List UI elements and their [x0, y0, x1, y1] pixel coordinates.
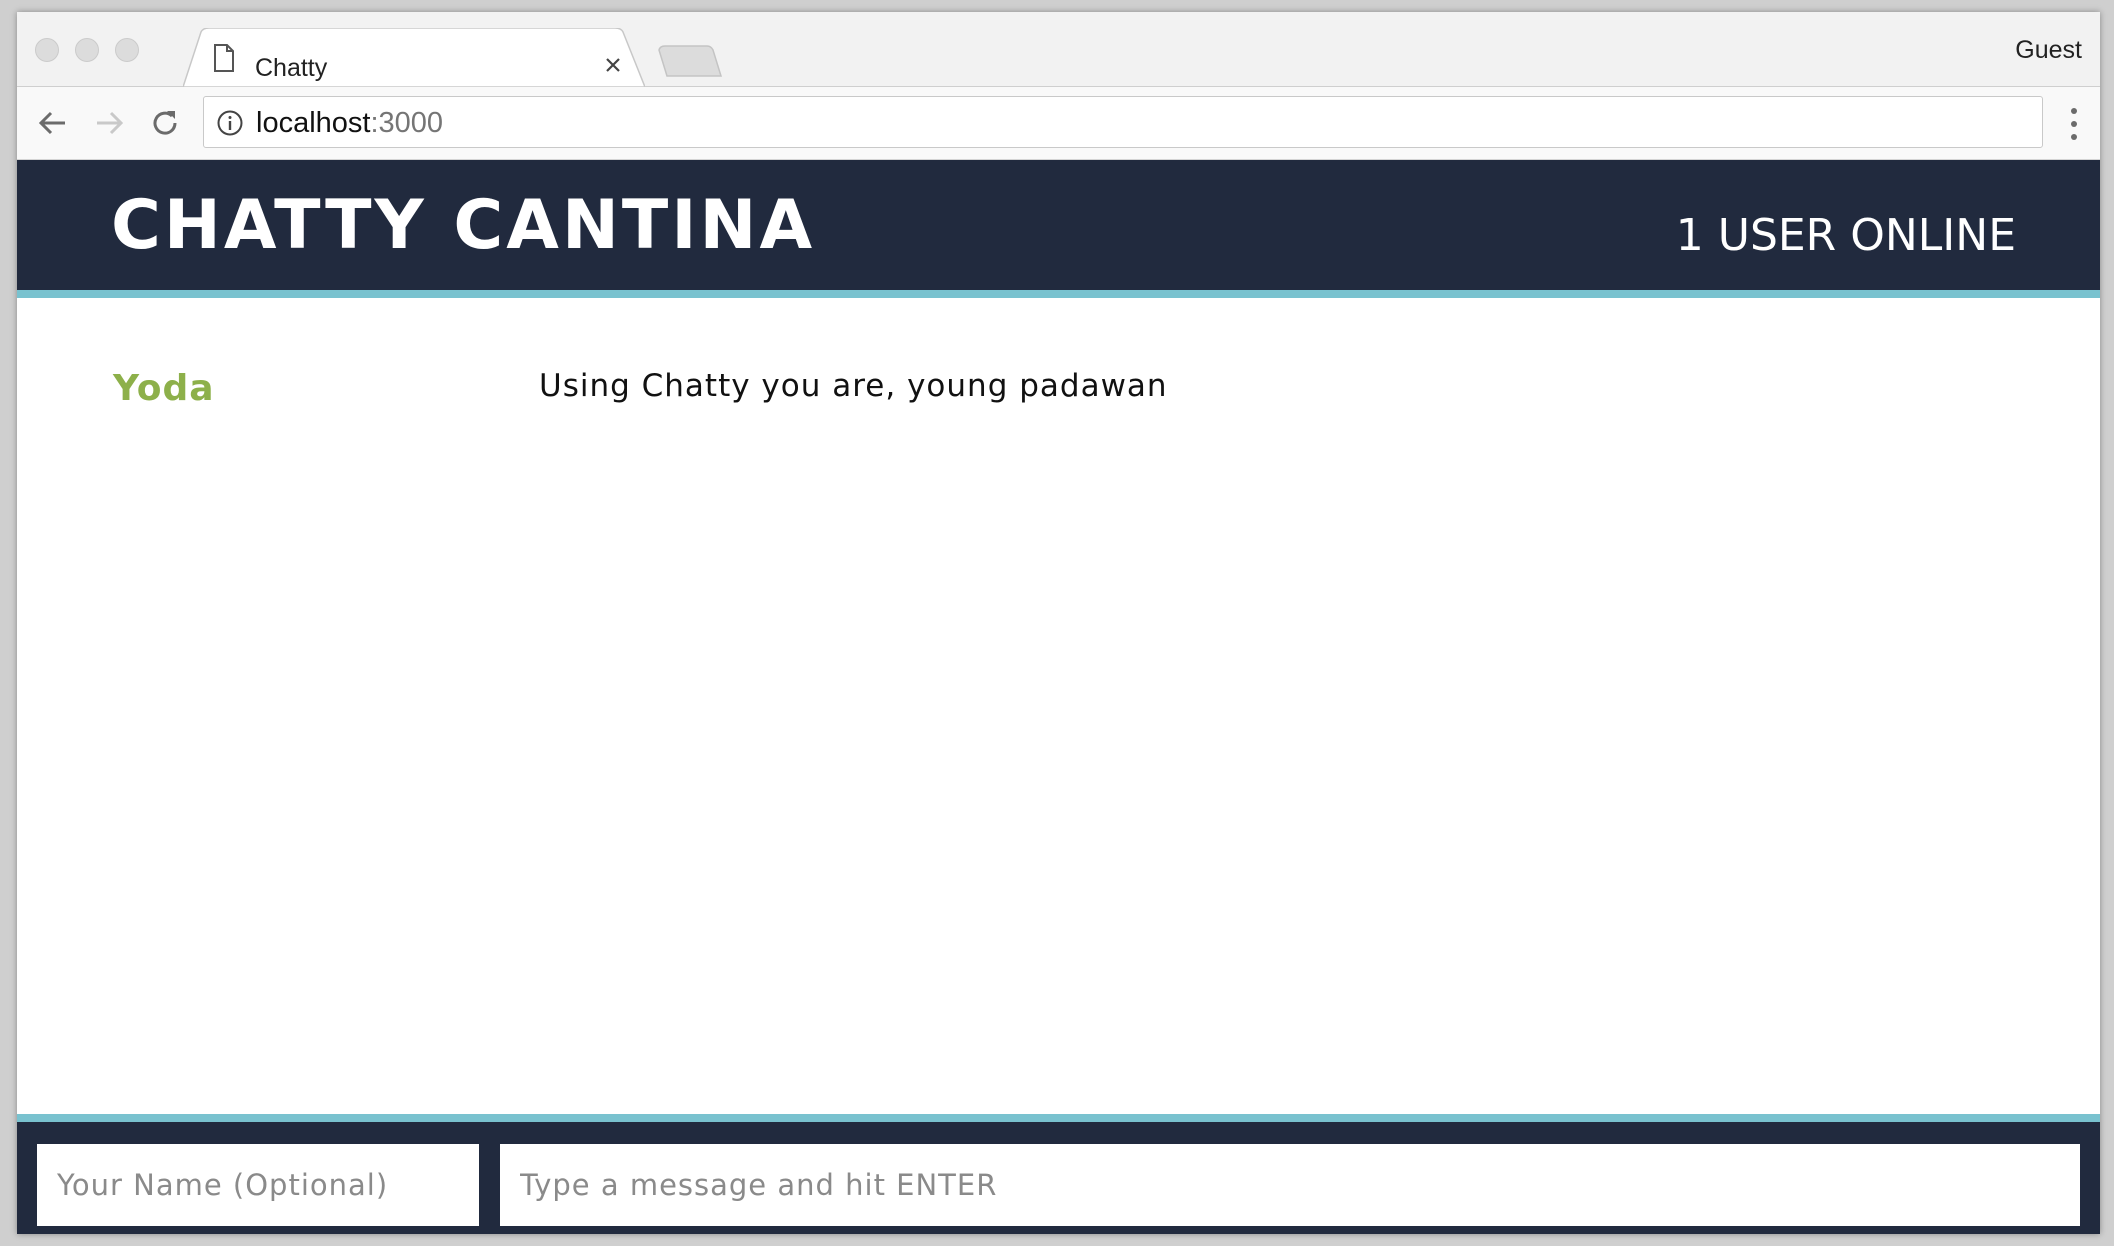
close-window-button[interactable]	[35, 38, 59, 62]
profile-label[interactable]: Guest	[2015, 36, 2082, 65]
address-bar[interactable]: localhost:3000	[203, 96, 2043, 148]
browser-window: Chatty Guest localhost:3000 CHATTY CANTI…	[17, 12, 2100, 1234]
app-navbar: CHATTY CANTINA 1 USER ONLINE	[17, 160, 2100, 298]
chatbar	[17, 1114, 2100, 1234]
info-icon[interactable]	[216, 109, 244, 137]
tab-title: Chatty	[255, 54, 328, 82]
reload-icon[interactable]	[145, 103, 185, 143]
url-host: localhost	[256, 107, 371, 139]
tab-strip: Chatty Guest	[17, 12, 2100, 87]
browser-tab[interactable]: Chatty	[183, 28, 645, 87]
back-arrow-icon[interactable]	[33, 103, 73, 143]
tab-close-icon[interactable]	[601, 53, 625, 77]
message-content: Using Chatty you are, young padawan	[539, 368, 1168, 404]
message-username: Yoda	[113, 368, 215, 409]
page-viewport: CHATTY CANTINA 1 USER ONLINE Yoda Using …	[17, 160, 2100, 1234]
username-input[interactable]	[37, 1144, 479, 1226]
tab-shape	[183, 28, 645, 87]
message-input[interactable]	[500, 1144, 2080, 1226]
message-item: Yoda Using Chatty you are, young padawan	[17, 368, 2100, 428]
url-port: :3000	[370, 107, 444, 139]
zoom-window-button[interactable]	[115, 38, 139, 62]
more-menu-icon[interactable]	[2070, 107, 2078, 141]
app-brand[interactable]: CHATTY CANTINA	[111, 186, 815, 265]
url-text: localhost:3000	[256, 107, 443, 140]
new-tab-button[interactable]	[655, 42, 725, 86]
minimize-window-button[interactable]	[75, 38, 99, 62]
document-icon	[214, 44, 234, 72]
users-online-counter: 1 USER ONLINE	[1675, 210, 2016, 261]
forward-arrow-icon[interactable]	[89, 103, 129, 143]
browser-toolbar: localhost:3000	[17, 87, 2100, 160]
